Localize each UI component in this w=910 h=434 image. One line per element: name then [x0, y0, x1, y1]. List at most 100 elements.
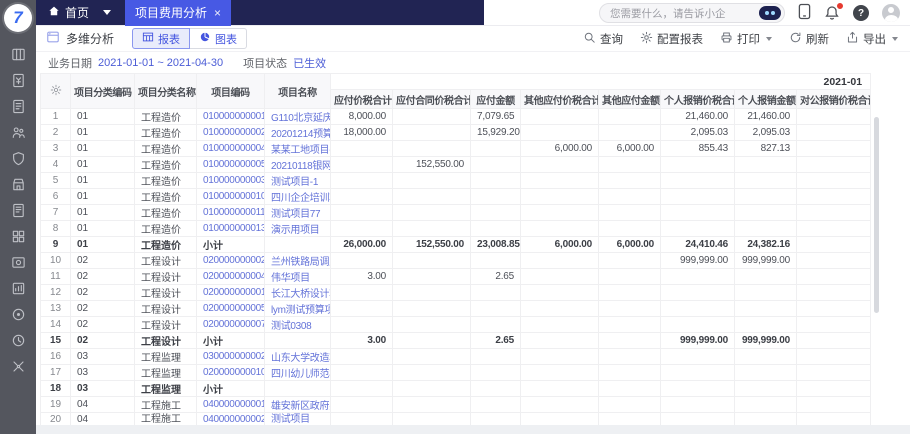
partners-icon[interactable] [10, 124, 26, 140]
project-name-link[interactable]: 四川企企培训项目 [265, 189, 331, 205]
project-name-link[interactable] [265, 381, 331, 397]
shield-icon[interactable] [10, 150, 26, 166]
column-settings-button[interactable] [41, 74, 71, 109]
notifications-bell-icon[interactable] [824, 5, 840, 21]
col-header-value-6[interactable]: 个人报销金额 [735, 90, 797, 109]
kanban-icon[interactable] [10, 46, 26, 62]
project-code-link[interactable]: 020000000005 [197, 301, 265, 317]
col-header-value-0[interactable]: 应付价税合计 [331, 90, 393, 109]
report-icon[interactable] [10, 280, 26, 296]
help-icon[interactable]: ? [853, 5, 869, 21]
project-code-link[interactable]: 010000000013 [197, 221, 265, 237]
store-icon[interactable] [10, 176, 26, 192]
project-code-link[interactable]: 010000000003 [197, 173, 265, 189]
date-filter-value[interactable]: 2021-01-01 ~ 2021-04-30 [98, 57, 223, 69]
value-cell-2: 15,929.20 [471, 125, 521, 141]
tab-strip: 首页 项目费用分析 × [36, 0, 484, 25]
project-name-link[interactable]: 测试0308 [265, 317, 331, 333]
value-cell-0 [331, 349, 393, 365]
tabs-dropdown-caret[interactable] [103, 10, 111, 15]
value-cell-5 [661, 381, 735, 397]
project-code-link[interactable]: 010000000002 [197, 125, 265, 141]
project-name-link[interactable]: 某某工地项目-车辆组 [265, 141, 331, 157]
row-number: 11 [41, 269, 71, 285]
project-code-link[interactable]: 030000000002 [197, 349, 265, 365]
configure-report-button[interactable]: 配置报表 [640, 31, 703, 47]
view-chart-button[interactable]: 图表 [189, 28, 247, 49]
col-header-fixed-3[interactable]: 项目名称 [265, 74, 331, 109]
project-name-link[interactable]: 四川幼儿师范校区改 [265, 365, 331, 381]
invoice-icon[interactable] [10, 72, 26, 88]
table-row: 1402工程设计020000000007测试0308 [41, 317, 871, 333]
sidebar: 7 [0, 0, 36, 434]
export-icon [846, 31, 859, 47]
app-logo[interactable]: 7 [4, 4, 32, 32]
project-name-link[interactable] [265, 333, 331, 349]
col-header-value-3[interactable]: 其他应付价税合计 [521, 90, 599, 109]
project-code-link[interactable]: 010000000005 [197, 157, 265, 173]
apps-icon[interactable] [10, 228, 26, 244]
project-name-link[interactable]: 雄安新区政府办公大 [265, 397, 331, 413]
project-name-link[interactable]: 山东大学改造项目建 [265, 349, 331, 365]
class-code-cell: 01 [71, 237, 135, 253]
project-name-link[interactable]: 20201214预算项目 [265, 125, 331, 141]
document-icon[interactable] [10, 202, 26, 218]
project-name-link[interactable]: 伟华项目 [265, 269, 331, 285]
money-icon[interactable] [10, 254, 26, 270]
project-name-link[interactable]: lym测试预算项目 [265, 301, 331, 317]
value-cell-4 [599, 253, 661, 269]
refresh-button[interactable]: 刷新 [789, 31, 829, 47]
project-name-link[interactable]: 演示用项目 [265, 221, 331, 237]
col-header-value-7[interactable]: 对公报销价税合计 [797, 90, 871, 109]
project-name-link[interactable] [265, 237, 331, 253]
col-header-value-4[interactable]: 其他应付金额 [599, 90, 661, 109]
export-button[interactable]: 导出 [846, 31, 898, 47]
value-cell-3 [521, 173, 599, 189]
value-cell-2 [471, 301, 521, 317]
query-button[interactable]: 查询 [583, 31, 623, 47]
project-code-link[interactable]: 020000000007 [197, 317, 265, 333]
assistant-search-input[interactable]: 您需要什么，请告诉小企 [599, 3, 785, 23]
col-header-fixed-0[interactable]: 项目分类编码 [71, 74, 135, 109]
col-header-value-2[interactable]: 应付金额 [471, 90, 521, 109]
class-name-cell: 工程监理 [135, 381, 197, 397]
home-tab[interactable]: 首页 [36, 0, 99, 25]
history-icon[interactable] [10, 332, 26, 348]
value-cell-1: 152,550.00 [393, 237, 471, 253]
project-code-link[interactable]: 020000000010 [197, 365, 265, 381]
project-code-link[interactable]: 020000000002 [197, 253, 265, 269]
project-name-link[interactable]: 测试项目77 [265, 205, 331, 221]
col-header-fixed-2[interactable]: 项目编码 [197, 74, 265, 109]
target-icon[interactable] [10, 306, 26, 322]
project-name-link[interactable]: 长江大桥设计项目 [265, 285, 331, 301]
status-filter-value[interactable]: 已生效 [293, 55, 326, 71]
project-code-link[interactable]: 010000000004 [197, 141, 265, 157]
bill-icon[interactable] [10, 98, 26, 114]
print-button[interactable]: 打印 [720, 31, 772, 47]
mobile-icon[interactable] [798, 3, 811, 23]
user-avatar[interactable] [882, 4, 900, 22]
value-cell-4 [599, 381, 661, 397]
project-code-link[interactable]: 040000000001 [197, 397, 265, 413]
project-code-link[interactable]: 010000000010 [197, 189, 265, 205]
project-code-link[interactable]: 020000000004 [197, 269, 265, 285]
project-name-link[interactable]: G110北京延庆路段工 [265, 109, 331, 125]
project-code-link[interactable]: 010000000001 [197, 109, 265, 125]
project-name-link[interactable]: 20210118银网中心项 [265, 157, 331, 173]
value-cell-6 [735, 189, 797, 205]
col-header-value-5[interactable]: 个人报销价税合计 [661, 90, 735, 109]
project-name-link[interactable]: 测试项目-1 [265, 173, 331, 189]
value-cell-5: 21,460.00 [661, 109, 735, 125]
class-code-cell: 03 [71, 365, 135, 381]
project-name-link[interactable]: 兰州铁路局调度中心 [265, 253, 331, 269]
value-cell-3: 6,000.00 [521, 237, 599, 253]
view-report-button[interactable]: 报表 [132, 28, 190, 49]
col-header-value-1[interactable]: 应付合同价税合计 [393, 90, 471, 109]
col-header-fixed-1[interactable]: 项目分类名称 [135, 74, 197, 109]
vertical-scrollbar[interactable] [874, 117, 879, 313]
tools-icon[interactable] [10, 358, 26, 374]
close-tab-icon[interactable]: × [214, 6, 221, 20]
tab-project-expense-analysis[interactable]: 项目费用分析 × [125, 0, 231, 26]
project-code-link[interactable]: 020000000001 [197, 285, 265, 301]
project-code-link[interactable]: 010000000011 [197, 205, 265, 221]
